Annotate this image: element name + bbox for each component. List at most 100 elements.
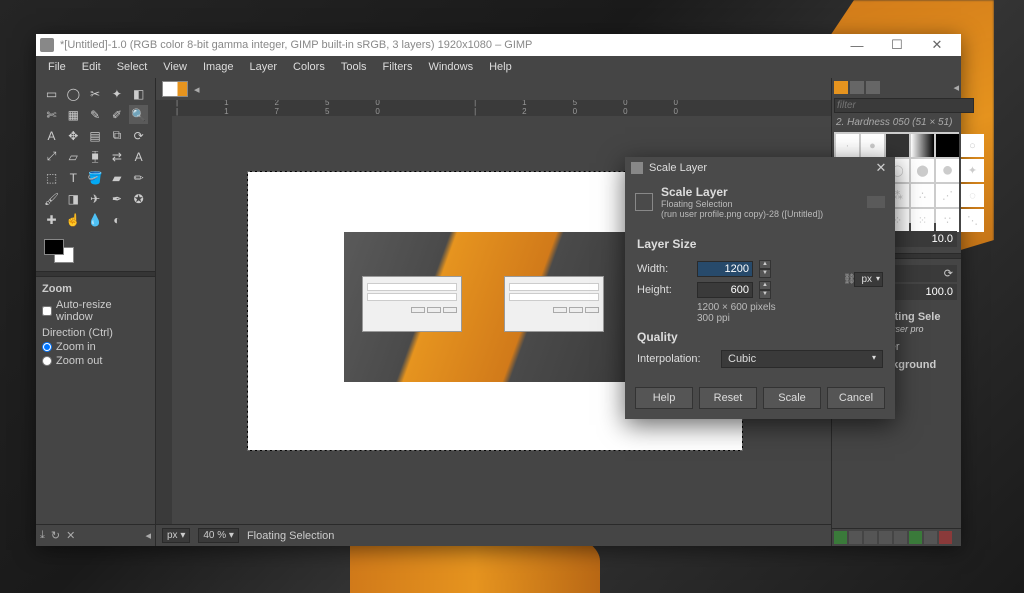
tool-measure[interactable]: A [42, 126, 61, 145]
menu-image[interactable]: Image [195, 59, 242, 75]
layer-group-icon[interactable] [849, 531, 862, 544]
tool-move[interactable]: ✥ [64, 126, 83, 145]
tool-pencil[interactable]: ✏ [129, 168, 148, 187]
opt-autoresize[interactable]: Auto-resize window [42, 299, 149, 323]
brush-preset[interactable]: ✦ [961, 159, 984, 182]
tool-ellipse-select[interactable]: ◯ [64, 84, 83, 103]
brush-preset[interactable]: ⋱ [961, 209, 984, 232]
menu-tools[interactable]: Tools [333, 59, 375, 75]
menu-colors[interactable]: Colors [285, 59, 333, 75]
dock-menu-icon[interactable]: ◂ [953, 81, 959, 94]
menu-layer[interactable]: Layer [242, 59, 286, 75]
tool-blur[interactable]: 💧 [86, 210, 105, 229]
menu-filters[interactable]: Filters [375, 59, 421, 75]
tool-gradient[interactable]: ▰ [107, 168, 126, 187]
brush-preset[interactable] [886, 134, 909, 157]
help-button[interactable]: Help [635, 387, 693, 409]
tool-foreground[interactable]: ▦ [64, 105, 83, 124]
tool-airbrush[interactable]: ✈ [86, 189, 105, 208]
brush-preset[interactable]: ◌ [961, 184, 984, 207]
tool-heal[interactable]: ✚ [42, 210, 61, 229]
dialog-reset-icon[interactable] [867, 196, 885, 208]
tool-text[interactable]: T [64, 168, 83, 187]
tab-brushes-icon[interactable] [834, 81, 848, 94]
tool-clone[interactable]: ✪ [129, 189, 148, 208]
footer-icon[interactable]: ✕ [66, 529, 75, 542]
cancel-button[interactable]: Cancel [827, 387, 885, 409]
brush-filter-input[interactable] [834, 98, 974, 113]
ruler-horizontal[interactable]: 0 |250 |500 |750 |1000 |1250 |1500 |1750… [172, 100, 831, 116]
tool-smudge[interactable]: ☝ [64, 210, 83, 229]
brush-preset[interactable]: ● [936, 159, 959, 182]
delete-layer-icon[interactable] [939, 531, 952, 544]
new-layer-icon[interactable] [834, 531, 847, 544]
brush-preset[interactable] [911, 134, 934, 157]
brush-preset[interactable]: ⬤ [911, 159, 934, 182]
tool-perspective[interactable]: ⧯ [86, 147, 105, 166]
dialog-titlebar[interactable]: Scale Layer ✕ [625, 157, 895, 179]
brush-preset[interactable] [936, 134, 959, 157]
floating-selection[interactable] [344, 232, 644, 382]
maximize-button[interactable]: ☐ [877, 34, 917, 56]
brush-preset[interactable]: · [836, 134, 859, 157]
duplicate-layer-icon[interactable] [894, 531, 907, 544]
menu-select[interactable]: Select [109, 59, 156, 75]
tool-warp[interactable]: ⬚ [42, 168, 61, 187]
lower-layer-icon[interactable] [879, 531, 892, 544]
reset-button[interactable]: Reset [699, 387, 757, 409]
brush-preset[interactable]: ● [861, 134, 884, 157]
brush-preset[interactable]: ⋰ [936, 184, 959, 207]
footer-icon[interactable]: ◂ [145, 529, 151, 542]
chain-link-icon[interactable]: ⛓ [844, 261, 854, 299]
tool-bucket[interactable]: 🪣 [86, 168, 105, 187]
tab-fonts-icon[interactable] [866, 81, 880, 94]
height-spinner[interactable]: ▲▼ [759, 281, 771, 299]
tool-rotate[interactable]: ⟳ [129, 126, 148, 145]
menu-view[interactable]: View [155, 59, 195, 75]
tool-color-picker[interactable]: ✐ [107, 105, 126, 124]
tool-zoom[interactable]: 🔍 [129, 105, 148, 124]
ruler-vertical[interactable] [156, 116, 172, 524]
height-input[interactable] [697, 282, 753, 298]
menu-file[interactable]: File [40, 59, 74, 75]
minimize-button[interactable]: — [837, 34, 877, 56]
unit-selector[interactable]: px [854, 272, 883, 287]
fg-bg-color[interactable] [36, 235, 155, 271]
anchor-layer-icon[interactable] [909, 531, 922, 544]
brush-preset[interactable]: ∴ [911, 184, 934, 207]
menu-help[interactable]: Help [481, 59, 520, 75]
menu-edit[interactable]: Edit [74, 59, 109, 75]
width-input[interactable] [697, 261, 753, 277]
tool-flip[interactable]: ⇄ [107, 147, 126, 166]
interpolation-select[interactable]: Cubic [721, 350, 883, 368]
tool-free-select[interactable]: ✂ [86, 84, 105, 103]
tool-dodge[interactable]: ◐ [107, 210, 126, 229]
status-zoom[interactable]: 40 % ▾ [198, 528, 239, 543]
merge-layer-icon[interactable] [924, 531, 937, 544]
tool-cage[interactable]: A [129, 147, 148, 166]
tool-scissors[interactable]: ✄ [42, 105, 61, 124]
fg-color-swatch[interactable] [44, 239, 64, 255]
tool-ink[interactable]: ✒ [107, 189, 126, 208]
opt-zoom-in[interactable]: Zoom in [42, 341, 149, 353]
dialog-close-button[interactable]: ✕ [873, 160, 889, 176]
tab-menu-icon[interactable]: ◂ [194, 83, 200, 96]
tool-fuzzy-select[interactable]: ✦ [107, 84, 126, 103]
scale-button[interactable]: Scale [763, 387, 821, 409]
tool-by-color[interactable]: ◧ [129, 84, 148, 103]
tool-eraser[interactable]: ◨ [64, 189, 83, 208]
footer-icon[interactable]: ⤓ [40, 529, 45, 542]
tool-rect-select[interactable]: ▭ [42, 84, 61, 103]
image-tab[interactable] [162, 81, 188, 97]
close-button[interactable]: ✕ [917, 34, 957, 56]
brush-preset[interactable]: ○ [961, 134, 984, 157]
tool-crop[interactable]: ⧉ [107, 126, 126, 145]
width-spinner[interactable]: ▲▼ [759, 260, 771, 278]
footer-icon[interactable]: ↻ [51, 529, 60, 542]
titlebar[interactable]: *[Untitled]-1.0 (RGB color 8-bit gamma i… [36, 34, 961, 56]
tab-patterns-icon[interactable] [850, 81, 864, 94]
tool-paintbrush[interactable]: 🖌 [42, 189, 61, 208]
tool-shear[interactable]: ▱ [64, 147, 83, 166]
raise-layer-icon[interactable] [864, 531, 877, 544]
tool-align[interactable]: ▤ [86, 126, 105, 145]
